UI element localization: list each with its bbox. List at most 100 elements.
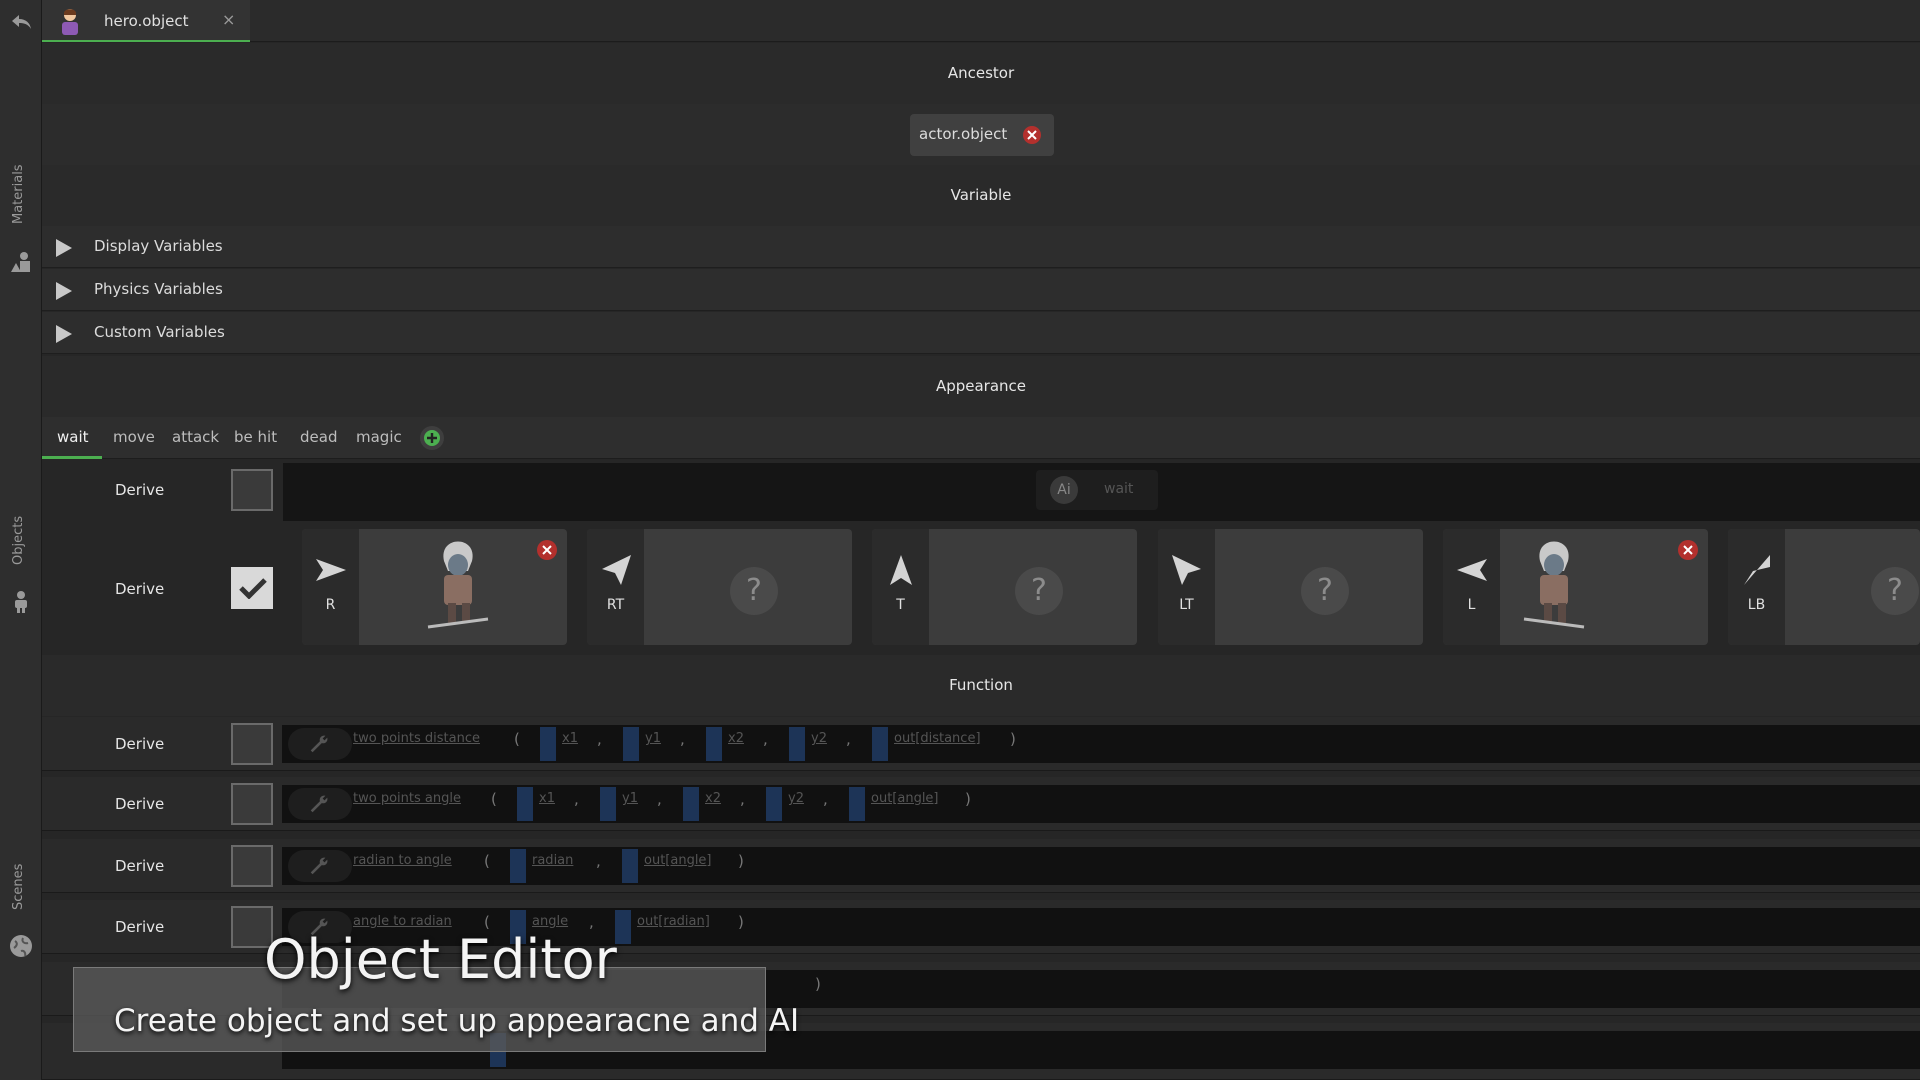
- function-param[interactable]: y2: [788, 791, 804, 806]
- function-output[interactable]: out[angle]: [871, 791, 939, 806]
- function-param[interactable]: y2: [811, 731, 827, 746]
- expand-triangle-icon[interactable]: [56, 282, 72, 300]
- direction-label: LT: [1179, 597, 1194, 613]
- directions-derive-checkbox[interactable]: [231, 567, 273, 609]
- direction-label-area: [1728, 529, 1785, 645]
- custom-variables-row[interactable]: Custom Variables: [42, 312, 1920, 354]
- sidebar-objects-label[interactable]: Objects: [11, 516, 26, 565]
- function-strip: [282, 725, 1920, 763]
- open-paren: (: [491, 790, 497, 808]
- appearance-header: Appearance: [42, 356, 1920, 417]
- function-param[interactable]: radian: [532, 853, 573, 868]
- direction-card-rt[interactable]: RT ?: [587, 529, 852, 645]
- comma-separator: ,: [657, 790, 662, 808]
- back-arrow-icon[interactable]: [9, 10, 33, 34]
- tab-hero-object[interactable]: hero.object ×: [42, 0, 250, 42]
- sidebar-materials-label[interactable]: Materials: [11, 164, 26, 224]
- wrench-icon[interactable]: [288, 788, 352, 820]
- caption-subtitle: Create object and set up appearacne and …: [114, 1003, 800, 1039]
- physics-variables-row[interactable]: Physics Variables: [42, 269, 1920, 311]
- remove-sprite-icon[interactable]: [1678, 540, 1698, 560]
- function-name[interactable]: angle to radian: [353, 914, 452, 929]
- ai-state-chip[interactable]: Ai wait: [1036, 470, 1158, 510]
- direction-card-lt[interactable]: LT ?: [1158, 529, 1423, 645]
- animation-tabs: wait move attack be hit dead magic: [42, 417, 1920, 459]
- person-icon[interactable]: [9, 590, 33, 614]
- comma-separator: ,: [680, 730, 685, 748]
- float-type-tag: [622, 849, 638, 883]
- ancestor-chip[interactable]: actor.object: [910, 114, 1054, 156]
- direction-label-area: [587, 529, 644, 645]
- function-param[interactable]: y1: [622, 791, 638, 806]
- function-param[interactable]: x2: [728, 731, 744, 746]
- empty-sprite-question-icon[interactable]: ?: [730, 567, 778, 615]
- globe-icon[interactable]: [9, 934, 33, 958]
- float-type-tag: [789, 727, 805, 761]
- function-param[interactable]: x1: [539, 791, 555, 806]
- float-type-tag: [600, 787, 616, 821]
- tab-magic[interactable]: magic: [356, 428, 402, 446]
- function-name[interactable]: two points angle: [353, 791, 461, 806]
- empty-sprite-question-icon[interactable]: ?: [1871, 567, 1919, 615]
- remove-sprite-icon[interactable]: [537, 540, 557, 560]
- hero-sprite-icon: [1523, 541, 1585, 629]
- caption-title: Object Editor: [264, 928, 617, 991]
- comma-separator: ,: [597, 730, 602, 748]
- direction-label: T: [896, 597, 905, 613]
- derive-label: Derive: [115, 795, 165, 813]
- function-derive-checkbox[interactable]: [231, 845, 273, 887]
- direction-card-r[interactable]: R: [302, 529, 567, 645]
- sidebar-scenes-label[interactable]: Scenes: [11, 864, 26, 910]
- direction-label: RT: [606, 597, 625, 613]
- open-paren: (: [514, 730, 520, 748]
- display-variables-row[interactable]: Display Variables: [42, 226, 1920, 268]
- close-paren: ): [738, 913, 744, 931]
- ai-badge-icon: Ai: [1050, 476, 1078, 504]
- tab-dead[interactable]: dead: [300, 428, 337, 446]
- open-paren: (: [484, 852, 490, 870]
- derive-label: Derive: [115, 857, 165, 875]
- comma-separator: ,: [823, 790, 828, 808]
- arrow-down-left-icon: [1744, 555, 1770, 585]
- direction-label-area: [302, 529, 359, 645]
- add-animation-icon[interactable]: [419, 425, 445, 451]
- empty-sprite-question-icon[interactable]: ?: [1015, 567, 1063, 615]
- float-type-tag: [849, 787, 865, 821]
- function-name[interactable]: radian to angle: [353, 853, 452, 868]
- empty-sprite-question-icon[interactable]: ?: [1301, 567, 1349, 615]
- custom-variables-label: Custom Variables: [94, 323, 225, 341]
- direction-card-l[interactable]: L: [1443, 529, 1708, 645]
- function-name[interactable]: two points distance: [353, 731, 480, 746]
- wrench-icon[interactable]: [288, 850, 352, 882]
- direction-card-lb[interactable]: LB ?: [1728, 529, 1920, 645]
- tab-attack[interactable]: attack: [172, 428, 219, 446]
- wrench-icon[interactable]: [288, 728, 352, 760]
- expand-triangle-icon[interactable]: [56, 325, 72, 343]
- function-param[interactable]: angle: [532, 914, 568, 929]
- tab-be-hit[interactable]: be hit: [234, 428, 277, 446]
- direction-label-area: [1443, 529, 1500, 645]
- float-type-tag: [766, 787, 782, 821]
- function-output[interactable]: out[radian]: [637, 914, 710, 929]
- direction-card-t[interactable]: T ?: [872, 529, 1137, 645]
- tab-move[interactable]: move: [113, 428, 155, 446]
- function-param[interactable]: x1: [562, 731, 578, 746]
- display-variables-label: Display Variables: [94, 237, 223, 255]
- function-output[interactable]: out[distance]: [894, 731, 981, 746]
- direction-label-area: [872, 529, 929, 645]
- function-param[interactable]: y1: [645, 731, 661, 746]
- ai-derive-checkbox[interactable]: [231, 469, 273, 511]
- direction-label-area: [1158, 529, 1215, 645]
- derive-label: Derive: [115, 481, 165, 499]
- tab-wait[interactable]: wait: [57, 428, 89, 446]
- function-derive-checkbox[interactable]: [231, 783, 273, 825]
- expand-triangle-icon[interactable]: [56, 239, 72, 257]
- close-tab-icon[interactable]: ×: [222, 10, 235, 29]
- function-param[interactable]: x2: [705, 791, 721, 806]
- function-output[interactable]: out[angle]: [644, 853, 712, 868]
- remove-ancestor-icon[interactable]: [1022, 125, 1042, 145]
- materials-icon[interactable]: [9, 250, 33, 274]
- function-derive-checkbox[interactable]: [231, 723, 273, 765]
- variable-header: Variable: [42, 165, 1920, 226]
- float-type-tag: [540, 727, 556, 761]
